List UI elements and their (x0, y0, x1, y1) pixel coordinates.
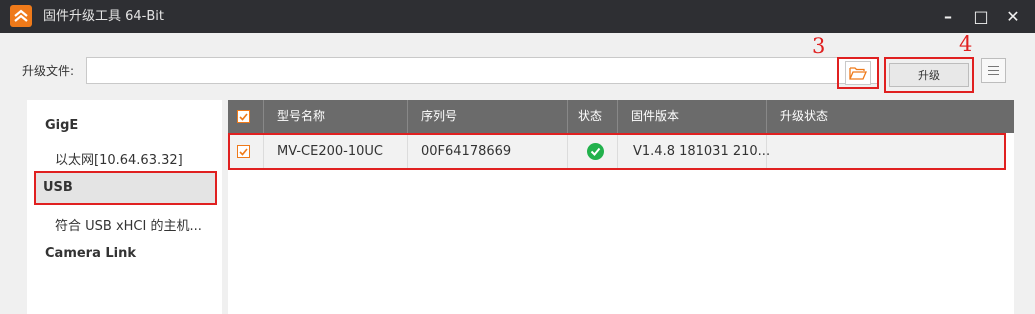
sidebar-section-usb: USB (43, 180, 73, 195)
upgrade-file-input[interactable] (86, 57, 878, 84)
row-checkbox[interactable] (237, 145, 250, 158)
select-all-checkbox[interactable] (237, 110, 250, 123)
table-header (228, 100, 1014, 133)
folder-open-icon (849, 67, 867, 80)
upgrade-button[interactable]: 升级 (889, 63, 969, 87)
annotation-4: 4 (959, 32, 973, 56)
checkmark-icon (239, 112, 248, 121)
close-button[interactable]: ✕ (998, 0, 1028, 33)
maximize-button[interactable]: □ (966, 0, 996, 33)
column-header-firmware[interactable]: 固件版本 (631, 100, 679, 133)
checkmark-icon (239, 147, 248, 156)
sidebar-section-camera-link[interactable]: Camera Link (45, 246, 136, 261)
upgrade-file-label: 升级文件: (22, 64, 75, 78)
cell-serial: 00F64178669 (421, 144, 512, 159)
column-header-model[interactable]: 型号名称 (277, 100, 325, 133)
minimize-icon: – (944, 7, 952, 26)
cell-firmware: V1.4.8 181031 210... (633, 144, 771, 159)
menu-lines-icon (988, 66, 999, 75)
annotation-3: 3 (812, 34, 826, 58)
sidebar-item-ethernet[interactable]: 以太网[10.64.63.32] (55, 149, 183, 168)
menu-button[interactable] (981, 58, 1006, 83)
column-header-serial[interactable]: 序列号 (421, 100, 457, 133)
browse-button[interactable] (837, 57, 879, 89)
close-icon: ✕ (1006, 7, 1020, 26)
sidebar-item-usb-host[interactable]: 符合 USB xHCI 的主机... (55, 215, 202, 234)
upgrade-button-outline: 升级 (884, 57, 974, 93)
window-title: 固件升级工具 64-Bit (43, 9, 164, 24)
column-header-upgrade-status[interactable]: 升级状态 (780, 100, 828, 133)
minimize-button[interactable]: – (933, 0, 963, 33)
app-logo-icon (10, 5, 32, 27)
column-header-status[interactable]: 状态 (578, 100, 602, 133)
cell-model: MV-CE200-10UC (277, 144, 383, 159)
sidebar-section-gige[interactable]: GigE (45, 118, 78, 133)
status-ok-icon (587, 143, 604, 160)
maximize-icon: □ (973, 7, 989, 26)
